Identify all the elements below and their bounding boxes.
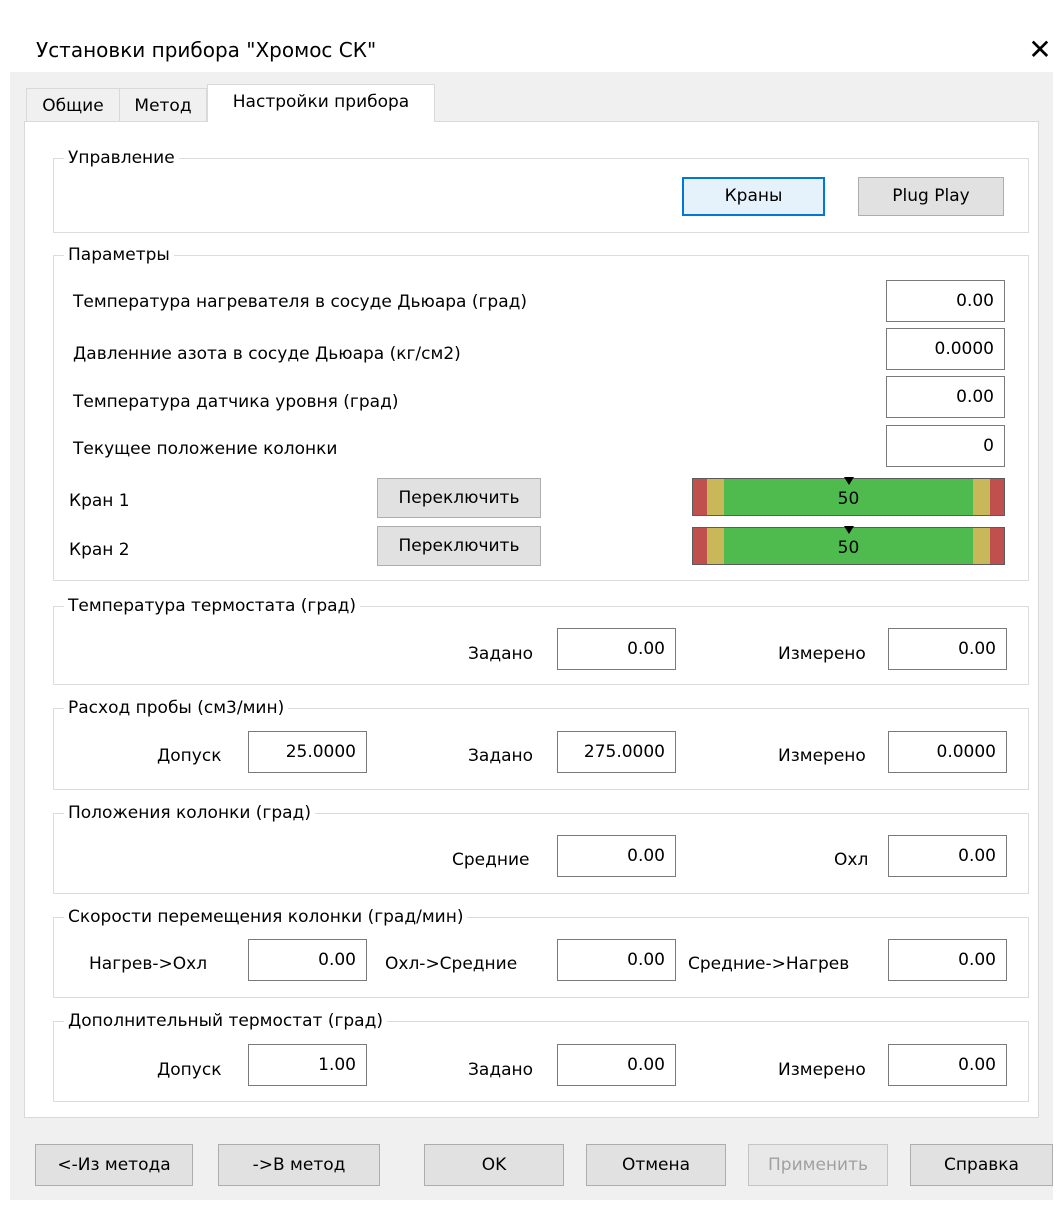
tab-device-settings[interactable]: Настройки прибора bbox=[207, 84, 435, 122]
window-title: Установки прибора "Хромос СК" bbox=[36, 38, 377, 62]
heater-temp-label: Температура нагревателя в сосуде Дьюара … bbox=[73, 292, 528, 312]
apply-button[interactable]: Применить bbox=[748, 1144, 888, 1186]
extra-tol-label: Допуск bbox=[157, 1060, 222, 1080]
plug-play-button[interactable]: Plug Play bbox=[858, 177, 1004, 216]
column-position-field[interactable]: 0 bbox=[886, 425, 1005, 467]
thermostat-group-legend: Температура термостата (град) bbox=[64, 596, 360, 616]
flow-tol-field[interactable]: 25.0000 bbox=[248, 731, 367, 773]
valve2-toggle-button[interactable]: Переключить bbox=[377, 526, 541, 566]
from-method-button[interactable]: <-Из метода bbox=[35, 1144, 193, 1186]
flow-meas-label: Измерено bbox=[778, 746, 866, 766]
control-group-legend: Управление bbox=[64, 148, 179, 168]
close-icon[interactable]: ✕ bbox=[1022, 32, 1058, 68]
extra-tol-field[interactable]: 1.00 bbox=[248, 1044, 367, 1086]
heater-temp-field[interactable]: 0.00 bbox=[886, 280, 1005, 322]
tab-general[interactable]: Общие bbox=[26, 88, 120, 122]
valve1-label: Кран 1 bbox=[69, 491, 130, 511]
column-position-label: Текущее положение колонки bbox=[73, 439, 338, 459]
flow-group-legend: Расход пробы (см3/мин) bbox=[64, 698, 289, 718]
column-pos-group: Положения колонки (град) bbox=[53, 803, 1029, 894]
flow-set-label: Задано bbox=[468, 746, 534, 766]
flow-tol-label: Допуск bbox=[157, 746, 222, 766]
nitrogen-pressure-label: Давленние азота в сосуде Дьюара (кг/см2) bbox=[73, 344, 461, 364]
level-sensor-temp-field[interactable]: 0.00 bbox=[886, 376, 1005, 418]
column-cool-label: Охл bbox=[834, 850, 869, 870]
flow-set-field[interactable]: 275.0000 bbox=[557, 731, 676, 773]
help-button[interactable]: Справка bbox=[910, 1144, 1053, 1186]
thermostat-group: Температура термостата (град) bbox=[53, 596, 1029, 685]
level-sensor-temp-label: Температура датчика уровня (град) bbox=[73, 392, 399, 412]
speed-cool-mid-field[interactable]: 0.00 bbox=[557, 939, 676, 981]
background-window-strip bbox=[0, 0, 1063, 10]
column-pos-group-legend: Положения колонки (град) bbox=[64, 803, 315, 823]
valve2-gauge: 50 bbox=[692, 526, 1005, 565]
cancel-button[interactable]: Отмена bbox=[586, 1144, 726, 1186]
title-bar: Установки прибора "Хромос СК" ✕ bbox=[0, 10, 1063, 72]
extra-set-field[interactable]: 0.00 bbox=[557, 1044, 676, 1086]
column-mid-label: Средние bbox=[452, 850, 530, 870]
speed-mid-heat-label: Средние->Нагрев bbox=[688, 954, 850, 974]
valve2-gauge-value: 50 bbox=[837, 538, 860, 558]
thermostat-set-label: Задано bbox=[468, 644, 534, 664]
ok-button[interactable]: OK bbox=[424, 1144, 564, 1186]
gauge-pointer-icon bbox=[843, 477, 854, 485]
column-mid-field[interactable]: 0.00 bbox=[557, 835, 676, 877]
speed-mid-heat-field[interactable]: 0.00 bbox=[888, 939, 1007, 981]
valve2-label: Кран 2 bbox=[69, 540, 130, 560]
params-group-legend: Параметры bbox=[64, 245, 174, 265]
extra-meas-label: Измерено bbox=[778, 1060, 866, 1080]
valve1-gauge-value: 50 bbox=[837, 489, 860, 509]
to-method-button[interactable]: ->В метод bbox=[218, 1144, 380, 1186]
column-cool-field[interactable]: 0.00 bbox=[888, 835, 1007, 877]
speeds-group-legend: Скорости перемещения колонки (град/мин) bbox=[64, 907, 468, 927]
gauge-pointer-icon bbox=[843, 526, 854, 534]
valves-button[interactable]: Краны bbox=[682, 177, 825, 216]
flow-group: Расход пробы (см3/мин) bbox=[53, 698, 1029, 790]
extra-set-label: Задано bbox=[468, 1060, 534, 1080]
thermostat-meas-label: Измерено bbox=[778, 644, 866, 664]
extra-thermo-group: Дополнительный термостат (град) bbox=[53, 1011, 1029, 1102]
valve1-gauge: 50 bbox=[692, 477, 1005, 516]
flow-meas-field[interactable]: 0.0000 bbox=[888, 731, 1007, 773]
speed-cool-mid-label: Охл->Средние bbox=[385, 954, 518, 974]
nitrogen-pressure-field[interactable]: 0.0000 bbox=[886, 328, 1005, 370]
extra-thermo-group-legend: Дополнительный термостат (град) bbox=[64, 1011, 387, 1031]
extra-meas-field[interactable]: 0.00 bbox=[888, 1044, 1007, 1086]
tab-method[interactable]: Метод bbox=[119, 88, 207, 122]
valve1-toggle-button[interactable]: Переключить bbox=[377, 478, 541, 518]
speeds-group: Скорости перемещения колонки (град/мин) bbox=[53, 907, 1029, 998]
thermostat-set-field[interactable]: 0.00 bbox=[557, 628, 676, 670]
speed-heat-cool-field[interactable]: 0.00 bbox=[248, 939, 367, 981]
speed-heat-cool-label: Нагрев->Охл bbox=[89, 954, 208, 974]
thermostat-meas-field[interactable]: 0.00 bbox=[888, 628, 1007, 670]
